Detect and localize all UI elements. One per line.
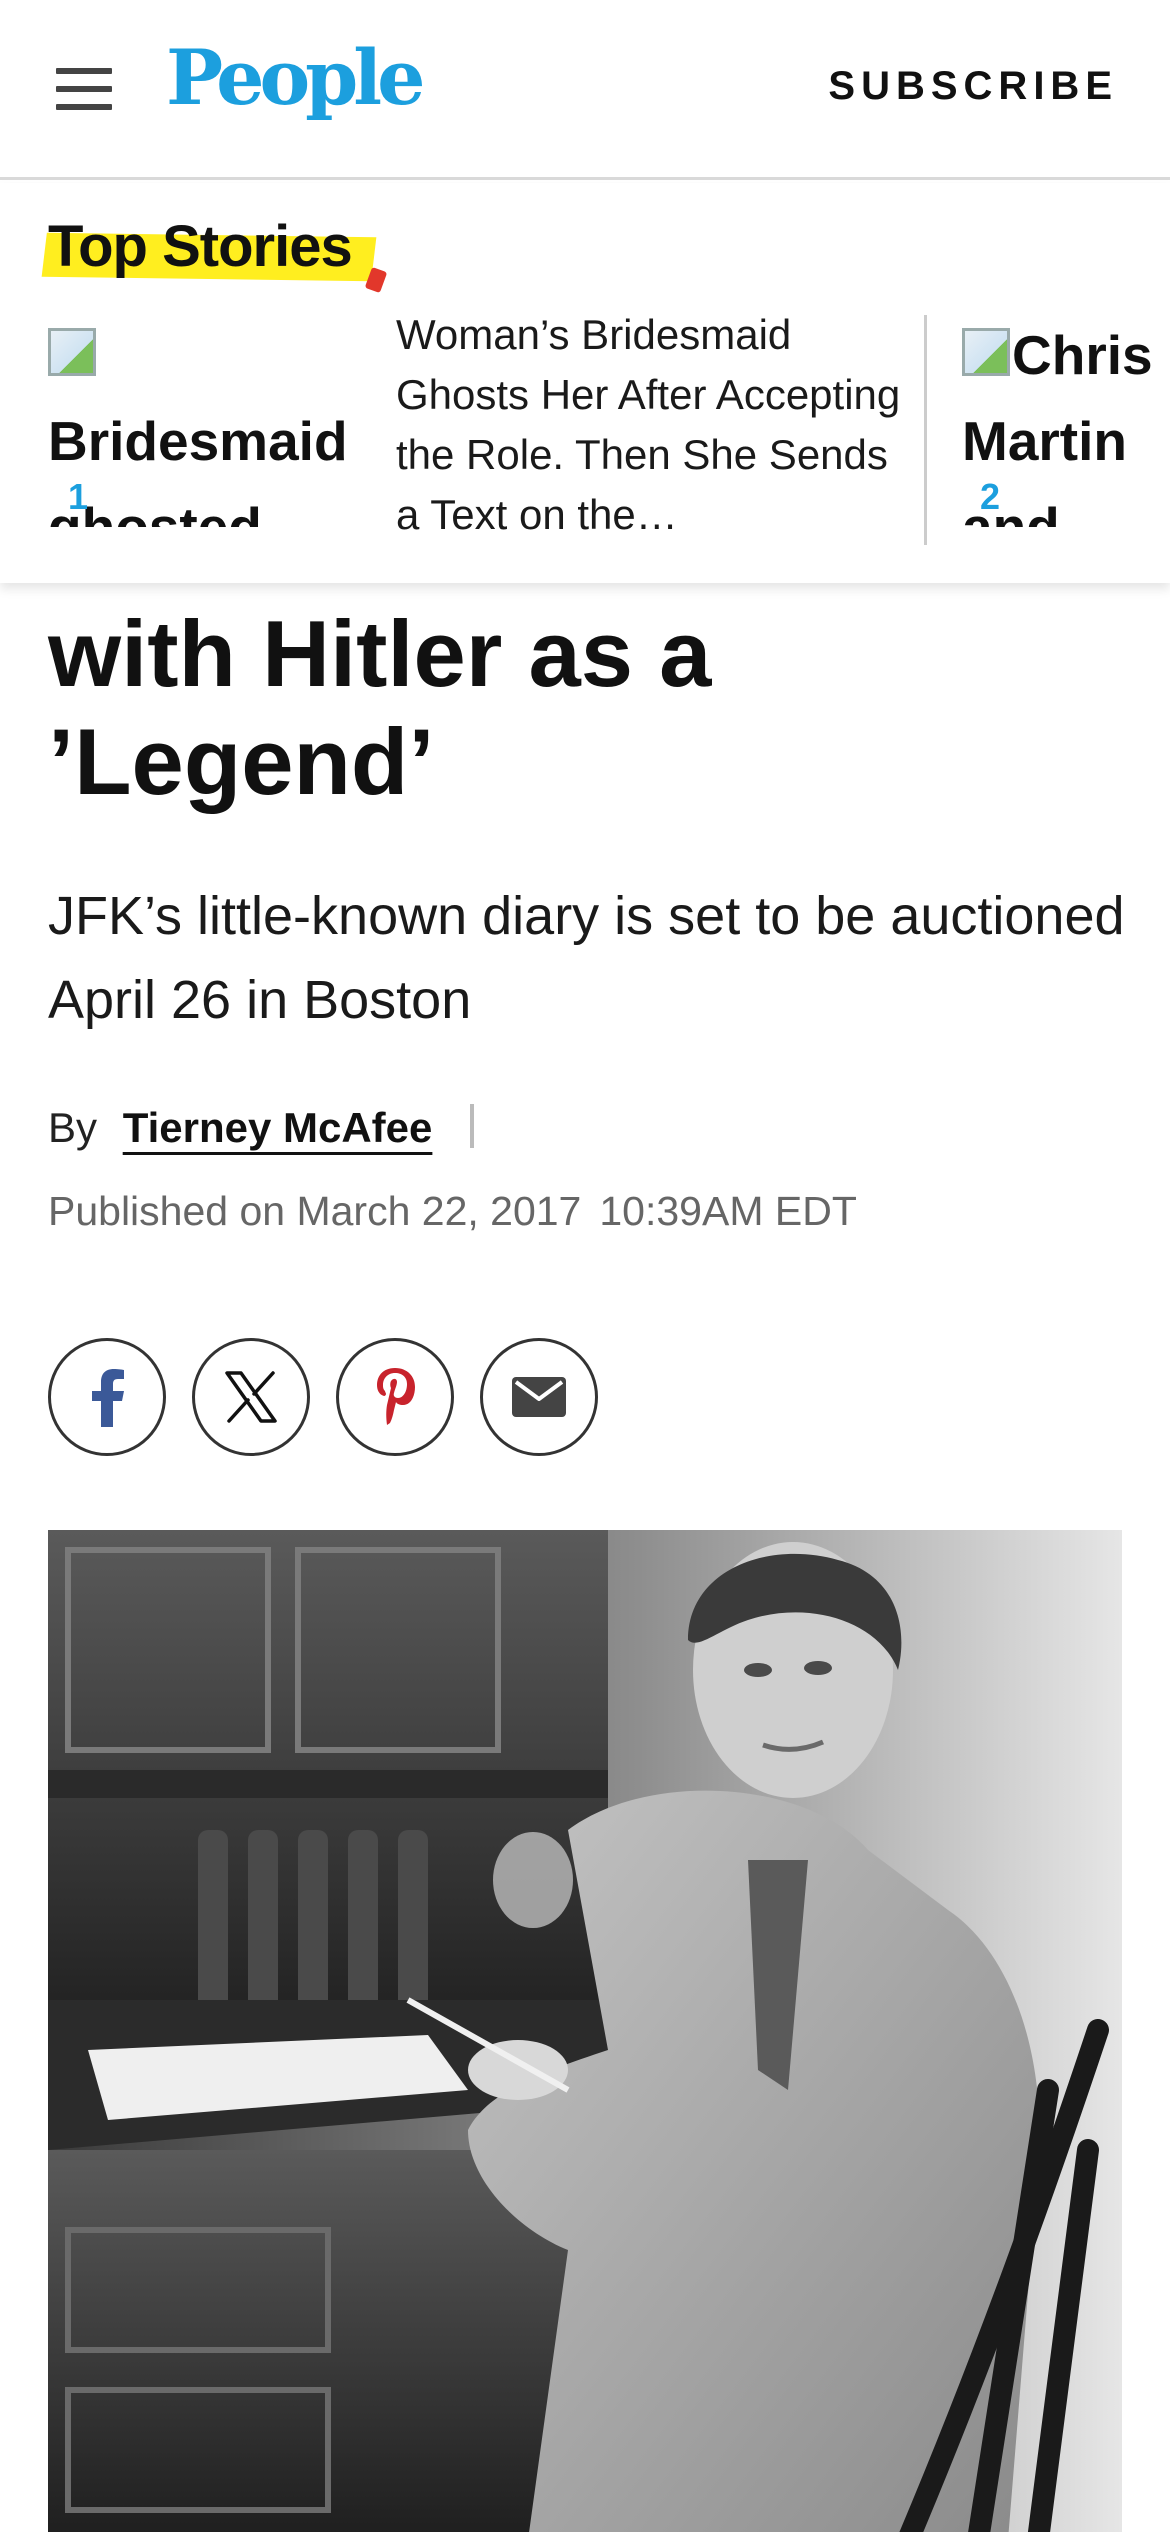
share-facebook-button[interactable] xyxy=(48,1338,166,1456)
article-subtitle: JFK’s little-known diary is set to be au… xyxy=(48,886,1125,1030)
story-1-number: 1 xyxy=(68,476,89,517)
byline: By Tierney McAfee xyxy=(48,1104,475,1152)
share-pinterest-button[interactable] xyxy=(336,1338,454,1456)
headline-line-2: with Hitler as a xyxy=(48,601,712,706)
subscribe-button[interactable]: SUBSCRIBE xyxy=(828,64,1118,109)
published-date: Published on March 22, 2017 10:39AM EDT xyxy=(48,1188,857,1235)
site-header: People SUBSCRIBE xyxy=(0,0,1170,180)
byline-prefix: By xyxy=(48,1104,98,1151)
story-divider xyxy=(924,315,927,545)
byline-divider xyxy=(470,1104,475,1148)
story-1-image[interactable]: Bridesmaid ghosted. xyxy=(48,312,378,527)
pinterest-icon xyxy=(377,1368,415,1425)
headline-line-3: ’Legend’ xyxy=(48,709,435,814)
email-icon xyxy=(512,1377,566,1417)
menu-icon[interactable] xyxy=(56,68,112,110)
broken-image-icon xyxy=(48,328,96,376)
top-stories-heading: Top Stories xyxy=(41,213,388,294)
published-time: 10:39AM EDT xyxy=(599,1188,857,1234)
x-icon xyxy=(225,1371,277,1423)
share-x-button[interactable] xyxy=(192,1338,310,1456)
story-2-number: 2 xyxy=(980,476,1001,517)
article-hero-photo xyxy=(48,1530,1122,2532)
story-1-image-alt: Bridesmaid ghosted. xyxy=(48,410,348,527)
story-1-headline[interactable]: Woman’s Bridesmaid Ghosts Her After Acce… xyxy=(396,305,906,545)
broken-image-icon xyxy=(962,328,1010,376)
published-label: Published on March 22, 2017 xyxy=(48,1188,582,1234)
people-logo[interactable]: People xyxy=(166,40,426,116)
author-link[interactable]: Tierney McAfee xyxy=(123,1104,433,1151)
top-stories-title: Top Stories xyxy=(48,214,353,279)
page: People SUBSCRIBE Top Stories Bridesmaid … xyxy=(0,0,1170,2532)
share-email-button[interactable] xyxy=(480,1338,598,1456)
facebook-icon xyxy=(92,1369,124,1427)
hero-photo-illustration xyxy=(48,1530,1122,2532)
